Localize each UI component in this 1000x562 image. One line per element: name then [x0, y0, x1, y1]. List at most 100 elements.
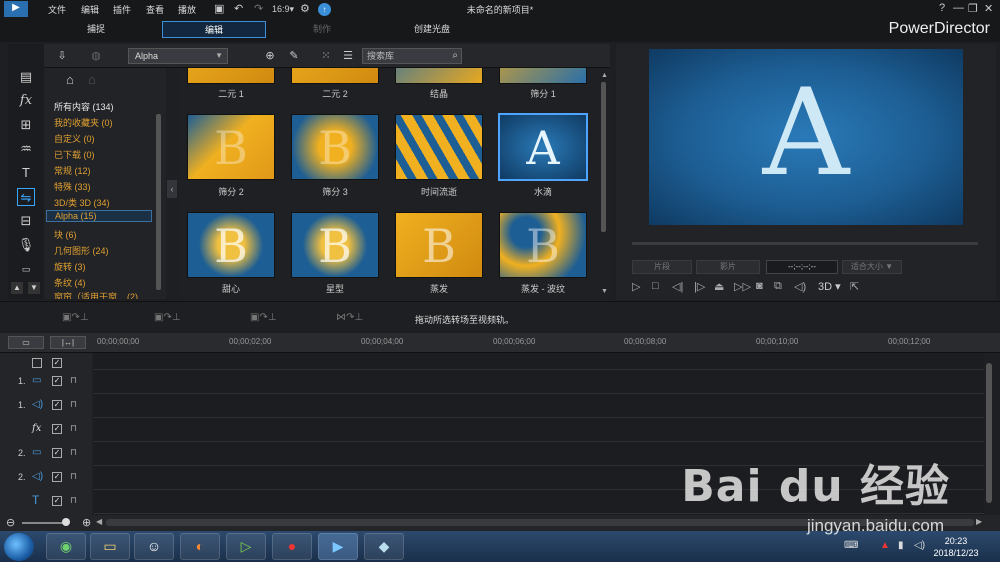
- tag-remove-icon[interactable]: ⌂: [88, 72, 96, 87]
- menu-edit[interactable]: 编辑: [81, 3, 99, 16]
- track-enable-checkbox[interactable]: ✓: [52, 424, 62, 434]
- aspect-ratio-icon[interactable]: 16:9▾: [272, 2, 294, 16]
- tray-volume-icon[interactable]: ◁): [914, 540, 925, 551]
- transition-thumb[interactable]: [187, 68, 275, 84]
- fit-timeline-button[interactable]: |↔|: [50, 336, 86, 349]
- tray-security-icon[interactable]: ▲: [880, 540, 890, 551]
- title-room-icon[interactable]: T: [17, 164, 35, 182]
- 3d-mode-dropdown[interactable]: 3D ▾: [818, 280, 841, 293]
- crossfade-icon[interactable]: ▣↷⊥: [250, 312, 277, 323]
- timecode-display[interactable]: --;--;--;--: [766, 260, 838, 274]
- track-enable-checkbox[interactable]: ✓: [52, 376, 62, 386]
- category-downloaded[interactable]: 已下载 (0): [54, 148, 95, 161]
- restore-icon[interactable]: ❐: [968, 2, 978, 15]
- timeline-view-button[interactable]: ▭: [8, 336, 44, 349]
- taskbar-media-app-icon[interactable]: ▷: [226, 533, 266, 560]
- tab-produce[interactable]: 制作: [270, 21, 374, 38]
- lock-icon[interactable]: ⊓: [70, 471, 77, 482]
- preview-seek-bar[interactable]: [632, 242, 978, 245]
- menu-file[interactable]: 文件: [48, 3, 66, 16]
- track-enable-checkbox[interactable]: ✓: [52, 448, 62, 458]
- scroll-up-icon[interactable]: ▲: [11, 282, 23, 294]
- search-icon[interactable]: ⌕: [452, 49, 458, 63]
- particle-room-icon[interactable]: ♒: [17, 140, 35, 158]
- tag-add-icon[interactable]: ⌂: [66, 72, 74, 87]
- settings-gear-icon[interactable]: ⚙: [300, 2, 310, 16]
- tray-network-icon[interactable]: ▮: [898, 540, 904, 551]
- scroll-up-icon[interactable]: ▲: [601, 72, 608, 79]
- clip-mode-button[interactable]: 片段: [632, 260, 692, 274]
- pip-room-icon[interactable]: ⊞: [17, 116, 35, 134]
- category-alpha[interactable]: Alpha (15): [46, 210, 152, 222]
- transition-thumb[interactable]: B: [291, 114, 379, 180]
- download-icon[interactable]: ◍: [88, 48, 104, 64]
- transition-thumb[interactable]: B: [187, 212, 275, 278]
- transition-thumb[interactable]: B: [395, 212, 483, 278]
- tab-capture[interactable]: 捕捉: [40, 21, 152, 38]
- taskbar-qq-icon[interactable]: ☺: [134, 533, 174, 560]
- track-enable-checkbox[interactable]: ✓: [52, 400, 62, 410]
- system-clock[interactable]: 20:23 2018/12/23: [926, 535, 986, 559]
- play-icon[interactable]: ▷: [632, 280, 640, 293]
- timeline-vertical-scrollbar[interactable]: [986, 363, 992, 503]
- library-search-input[interactable]: 搜索库 ⌕: [362, 48, 462, 64]
- category-special[interactable]: 特殊 (33): [54, 180, 91, 193]
- lock-icon[interactable]: ⊓: [70, 375, 77, 386]
- help-icon[interactable]: ?: [939, 2, 945, 14]
- transition-room-icon[interactable]: ⇋: [17, 188, 35, 206]
- zoom-slider-knob[interactable]: [62, 518, 70, 526]
- movie-mode-button[interactable]: 影片: [696, 260, 760, 274]
- grid-scrollbar[interactable]: [601, 82, 606, 232]
- transition-thumb[interactable]: B: [291, 212, 379, 278]
- fit-size-dropdown[interactable]: 适合大小 ▼: [842, 260, 902, 274]
- lock-icon[interactable]: ⊓: [70, 495, 77, 506]
- transition-thumb[interactable]: [395, 114, 483, 180]
- transition-thumb[interactable]: B: [187, 114, 275, 180]
- zoom-in-icon[interactable]: ⊕: [82, 516, 91, 529]
- category-geometric[interactable]: 几何图形 (24): [54, 244, 109, 257]
- track-visibility-box[interactable]: [32, 358, 42, 368]
- track-enable-checkbox[interactable]: ✓: [52, 358, 62, 368]
- chapter-room-icon[interactable]: ▭: [17, 260, 35, 278]
- fullscreen-icon[interactable]: ⇱: [850, 280, 859, 293]
- tab-create-disc[interactable]: 创建光盘: [380, 21, 484, 38]
- category-favorites[interactable]: 我的收藏夹 (0): [54, 116, 113, 129]
- voiceover-room-icon[interactable]: 🎙: [17, 236, 35, 254]
- taskbar-app-browser-icon[interactable]: ◉: [46, 533, 86, 560]
- lock-icon[interactable]: ⊓: [70, 399, 77, 410]
- transition-thumb[interactable]: [291, 68, 379, 84]
- fast-forward-icon[interactable]: ▷▷: [734, 280, 751, 293]
- transition-thumb[interactable]: [395, 68, 483, 84]
- snapshot-icon[interactable]: ◙: [756, 280, 763, 292]
- scroll-down-icon[interactable]: ▼: [601, 288, 608, 295]
- category-custom[interactable]: 自定义 (0): [54, 132, 95, 145]
- category-all[interactable]: 所有内容 (134): [54, 100, 114, 113]
- list-view-icon[interactable]: ☰: [340, 48, 356, 64]
- track-enable-checkbox[interactable]: ✓: [52, 496, 62, 506]
- track-enable-checkbox[interactable]: ✓: [52, 472, 62, 482]
- tray-keyboard-icon[interactable]: ⌨: [844, 540, 858, 551]
- scroll-left-icon[interactable]: ◀: [96, 517, 102, 526]
- taskbar-file-explorer-icon[interactable]: ▭: [90, 533, 130, 560]
- audio-mixing-room-icon[interactable]: ⊟: [17, 212, 35, 230]
- lock-icon[interactable]: ⊓: [70, 423, 77, 434]
- next-frame-icon[interactable]: |▷: [694, 280, 705, 293]
- start-button[interactable]: [4, 533, 34, 561]
- taskbar-notes-icon[interactable]: ◆: [364, 533, 404, 560]
- timeline-ruler[interactable]: ▭ |↔| 00;00;00;00 00;00;02;00 00;00;04;0…: [0, 333, 1000, 353]
- fx-room-icon[interactable]: fx: [17, 92, 35, 110]
- lock-icon[interactable]: ⊓: [70, 447, 77, 458]
- add-to-timeline-icon[interactable]: ⊕: [262, 48, 278, 64]
- undock-icon[interactable]: ⧉: [774, 280, 782, 293]
- menu-view[interactable]: 查看: [146, 3, 164, 16]
- category-curtain[interactable]: 窗帘（适用于窗... (2): [54, 291, 138, 299]
- category-3d[interactable]: 3D/类 3D (34): [54, 196, 110, 209]
- transition-thumb[interactable]: B: [499, 212, 587, 278]
- insert-icon[interactable]: ▣↷⊥: [62, 312, 89, 323]
- tab-edit[interactable]: 编辑: [162, 21, 266, 38]
- replace-icon[interactable]: ⋈↷⊥: [336, 312, 363, 323]
- close-icon[interactable]: ✕: [984, 2, 993, 15]
- taskbar-firefox-icon[interactable]: ◐: [180, 533, 220, 560]
- collapse-panel-icon[interactable]: ‹: [167, 180, 177, 198]
- media-room-icon[interactable]: ▤: [17, 68, 35, 86]
